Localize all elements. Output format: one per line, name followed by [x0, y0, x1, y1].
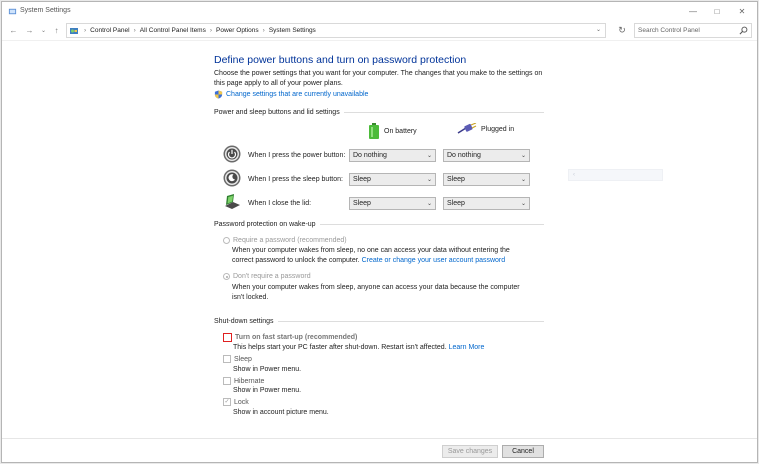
window-title: System Settings [20, 7, 71, 14]
control-panel-folder-icon [70, 28, 78, 34]
lock-option[interactable]: ✓ Lock [223, 398, 249, 406]
refresh-icon[interactable]: ↻ [616, 24, 628, 36]
hibernate-checkbox[interactable] [223, 377, 231, 385]
save-changes-button[interactable]: Save changes [442, 445, 498, 458]
power-button-battery-select[interactable]: Do nothing ⌄ [349, 149, 436, 162]
lock-checkbox[interactable]: ✓ [223, 398, 231, 406]
battery-icon [369, 123, 379, 139]
uac-shield-icon [214, 90, 223, 99]
page-title: Define power buttons and turn on passwor… [214, 54, 467, 66]
on-battery-header: On battery [368, 123, 417, 139]
password-section-heading: Password protection on wake-up [214, 221, 544, 228]
laptop-lid-icon [225, 194, 240, 209]
hibernate-description: Show in Power menu. [233, 387, 302, 394]
require-password-description: When your computer wakes from sleep, no … [232, 247, 510, 264]
sleep-button-icon [223, 169, 241, 187]
learn-more-link[interactable]: Learn More [449, 344, 485, 351]
chevron-down-icon: ⌄ [426, 177, 432, 183]
forward-arrow-icon[interactable]: → [24, 24, 35, 36]
lid-close-plugged-select[interactable]: Sleep ⌄ [443, 197, 530, 210]
breadcrumb-system-settings[interactable]: System Settings [269, 27, 316, 34]
breadcrumb-control-panel[interactable]: Control Panel [90, 27, 129, 34]
breadcrumb-power-options[interactable]: Power Options [216, 27, 259, 34]
plugged-in-header: Plugged in [457, 123, 514, 135]
chevron-down-icon[interactable]: ⌄ [596, 26, 601, 33]
sleep-button-plugged-select[interactable]: Sleep ⌄ [443, 173, 530, 186]
breadcrumb-all-items[interactable]: All Control Panel Items [140, 27, 206, 34]
chevron-down-icon: ⌄ [520, 153, 526, 159]
power-section-heading: Power and sleep buttons and lid settings [214, 109, 544, 116]
system-settings-window: System Settings — □ ✕ ← → ⌄ ↑ › Control … [1, 1, 758, 463]
search-box[interactable] [634, 23, 752, 38]
chevron-down-icon: ⌄ [426, 153, 432, 159]
lock-description: Show in account picture menu. [233, 409, 329, 416]
search-icon[interactable] [739, 26, 748, 35]
require-password-radio[interactable] [223, 237, 230, 244]
breadcrumb: › Control Panel › All Control Panel Item… [84, 27, 316, 34]
sleep-button-label: When I press the sleep button: [248, 176, 343, 183]
page-intro: Choose the power settings that you want … [214, 70, 543, 87]
sleep-option[interactable]: Sleep [223, 355, 252, 363]
chevron-down-icon: ⌄ [520, 201, 526, 207]
minimize-button[interactable]: — [686, 6, 700, 17]
chevron-down-icon: ⌄ [426, 201, 432, 207]
chevron-down-icon: ⌄ [520, 177, 526, 183]
close-button[interactable]: ✕ [735, 6, 749, 17]
address-box[interactable]: › Control Panel › All Control Panel Item… [66, 23, 606, 38]
back-arrow-icon[interactable]: ← [8, 24, 19, 36]
sleep-checkbox[interactable] [223, 355, 231, 363]
no-password-radio[interactable] [223, 273, 230, 280]
up-arrow-icon[interactable]: ↑ [51, 24, 62, 36]
faint-overlay-element: ‹ [568, 169, 663, 181]
lid-close-label: When I close the lid: [248, 200, 312, 207]
lid-close-battery-select[interactable]: Sleep ⌄ [349, 197, 436, 210]
maximize-button[interactable]: □ [710, 6, 724, 17]
uac-settings-link-row: Change settings that are currently unava… [214, 90, 368, 99]
power-button-label: When I press the power button: [248, 152, 346, 159]
power-plug-icon [457, 123, 477, 134]
cancel-button[interactable]: Cancel [502, 445, 544, 458]
power-button-icon [223, 145, 241, 163]
chevron-left-icon: ‹ [573, 172, 575, 178]
no-password-description: When your computer wakes from sleep, any… [232, 284, 520, 301]
sleep-description: Show in Power menu. [233, 366, 302, 373]
no-password-option[interactable]: Don't require a password [223, 273, 311, 280]
hibernate-option[interactable]: Hibernate [223, 377, 264, 385]
control-panel-icon [8, 8, 17, 15]
recent-locations-icon[interactable]: ⌄ [38, 24, 49, 36]
fast-startup-checkbox[interactable] [223, 333, 232, 342]
fast-startup-option[interactable]: Turn on fast start-up (recommended) [223, 333, 357, 342]
change-unavailable-settings-link[interactable]: Change settings that are currently unava… [226, 91, 368, 98]
power-button-plugged-select[interactable]: Do nothing ⌄ [443, 149, 530, 162]
search-input[interactable] [638, 25, 733, 36]
shutdown-section-heading: Shut-down settings [214, 318, 544, 325]
change-password-link[interactable]: Create or change your user account passw… [362, 257, 506, 264]
title-bar: System Settings — □ ✕ [2, 2, 757, 21]
fast-startup-description: This helps start your PC faster after sh… [233, 344, 485, 351]
require-password-option[interactable]: Require a password (recommended) [223, 237, 347, 244]
sleep-button-battery-select[interactable]: Sleep ⌄ [349, 173, 436, 186]
